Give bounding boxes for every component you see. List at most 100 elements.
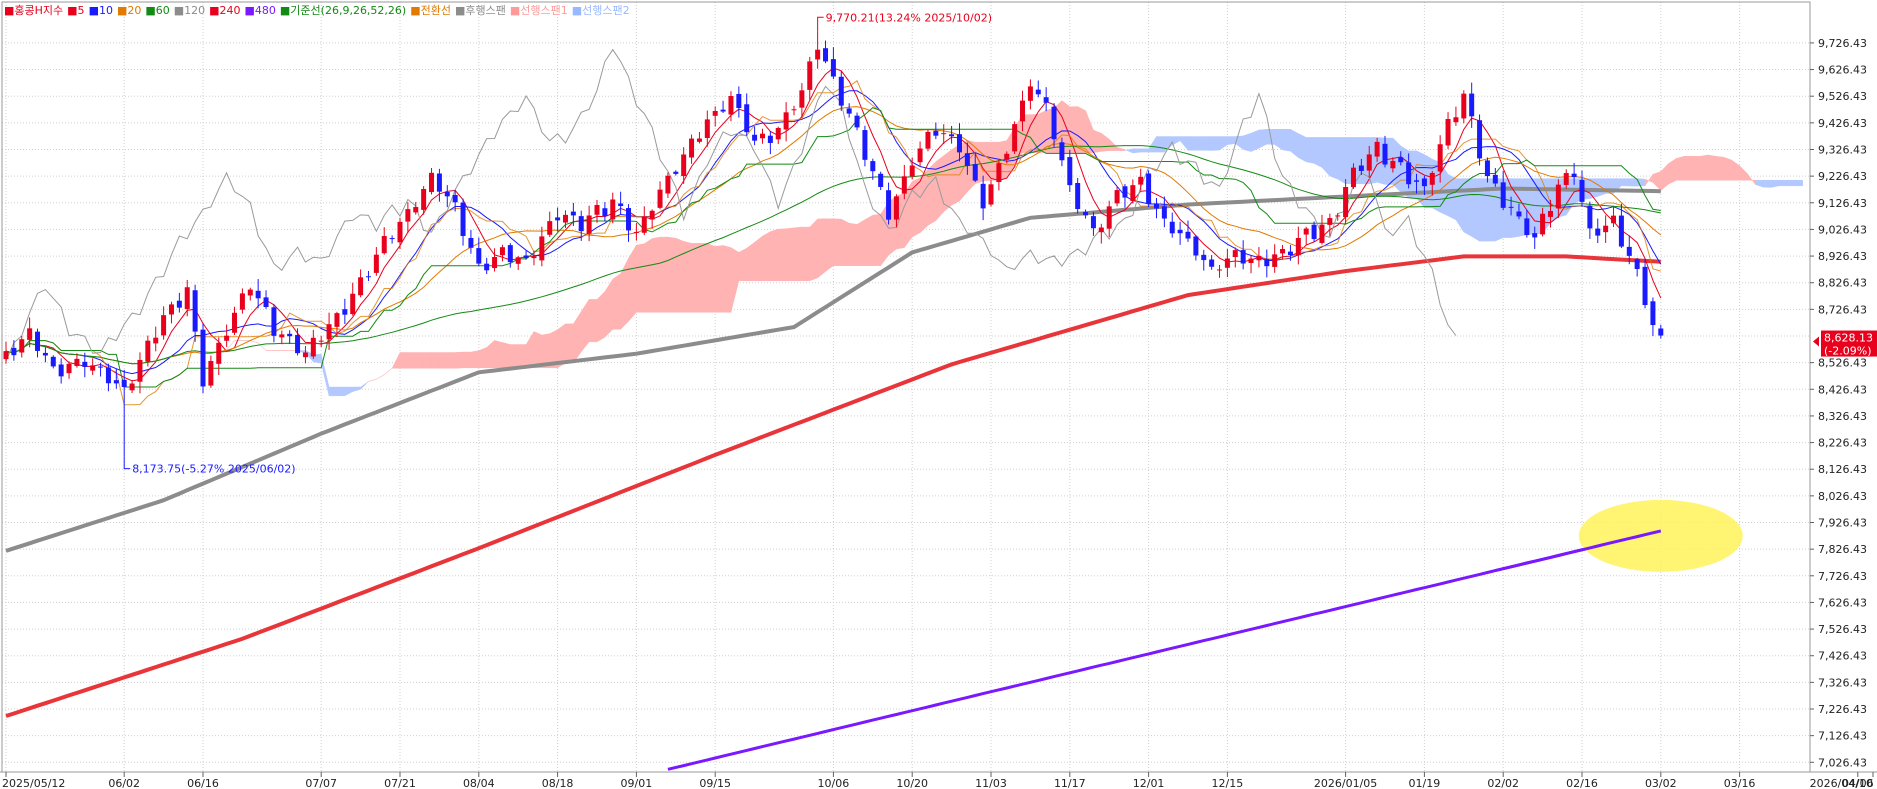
candle-body <box>1540 213 1546 235</box>
candle <box>1027 79 1033 110</box>
candle-body <box>1524 218 1530 236</box>
candle-body <box>492 257 498 269</box>
candle <box>1138 168 1144 191</box>
candle <box>295 328 301 356</box>
x-tick-label: 06/16 <box>187 777 219 789</box>
candle-body <box>956 134 962 153</box>
cloud-segment <box>478 347 487 369</box>
candle-body <box>964 153 970 166</box>
candle <box>74 353 80 368</box>
candle-body <box>925 131 931 149</box>
candle-body <box>184 287 190 309</box>
candle <box>1043 87 1049 112</box>
cloud-segment <box>454 351 464 369</box>
cloud-segment <box>1148 135 1157 153</box>
candle <box>775 126 781 145</box>
candle <box>933 122 939 140</box>
candle-body <box>1477 120 1483 159</box>
candle <box>996 158 1002 191</box>
cloud-segment <box>754 235 763 281</box>
candle-body <box>1398 157 1404 163</box>
candle-body <box>200 329 206 387</box>
candle-body <box>775 127 781 140</box>
candle <box>129 379 135 394</box>
legend-item[interactable]: ■10 <box>89 4 113 17</box>
cloud-segment <box>1676 155 1685 181</box>
cloud-segment <box>1660 162 1669 192</box>
cloud-segment <box>1684 156 1693 181</box>
candle-body <box>389 238 395 240</box>
cloud-segment <box>1250 129 1260 152</box>
legend-item[interactable]: ■480 <box>245 4 276 17</box>
cloud-segment <box>250 340 259 344</box>
candle-body <box>1264 259 1270 267</box>
candle <box>752 126 758 146</box>
candle <box>3 341 9 364</box>
candle <box>1114 186 1120 207</box>
legend-item[interactable]: ■20 <box>117 4 141 17</box>
cloud-segment <box>525 330 535 369</box>
legend-item[interactable]: ■전환선 <box>410 4 451 17</box>
cloud-segment <box>722 245 732 313</box>
cloud-segment <box>533 331 543 369</box>
candle <box>1461 90 1467 124</box>
candle-body <box>586 215 592 234</box>
candle <box>815 31 821 69</box>
x-axis: 2025/05/12 06/02 06/16 07/07 07/21 08/04 08/18… <box>2 772 1874 789</box>
cloud-segment <box>447 352 456 369</box>
candle <box>720 100 726 114</box>
candle-body <box>208 360 214 386</box>
candle <box>555 207 561 232</box>
candle <box>468 230 474 254</box>
candle-body <box>1020 100 1026 122</box>
candle-body <box>1571 173 1577 178</box>
candle-body <box>909 165 915 177</box>
candle <box>641 206 647 236</box>
candle-body <box>830 59 836 77</box>
cloud-segment <box>502 342 511 369</box>
cloud-segment <box>1140 148 1149 153</box>
legend-item[interactable]: ■선행스팬1 <box>510 4 568 17</box>
candle-body <box>704 119 710 139</box>
candle-body <box>145 340 151 362</box>
candle-body <box>1500 182 1506 208</box>
candle-body <box>137 359 143 382</box>
candle-body <box>421 188 427 210</box>
legend-item[interactable]: ■5 <box>67 4 84 17</box>
cloud-segment <box>1305 137 1315 164</box>
cloud-segment <box>328 386 338 397</box>
cloud-segment <box>1242 132 1252 152</box>
cloud-segment <box>1274 129 1283 151</box>
candle <box>200 322 206 394</box>
cloud-segment <box>982 141 992 182</box>
candle-body <box>1406 162 1412 185</box>
legend-item[interactable]: ■240 <box>209 4 240 17</box>
candle-body <box>326 324 332 340</box>
candle-body <box>1508 206 1514 208</box>
x-tick-label: 08/18 <box>542 777 574 789</box>
candle-body <box>121 379 127 387</box>
cloud-segment <box>943 149 952 213</box>
candle-body <box>1256 255 1262 261</box>
legend-item[interactable]: ■120 <box>174 4 205 17</box>
legend-item[interactable]: ■기준선(26,9,26,52,26) <box>280 4 406 17</box>
candle-body <box>1366 154 1372 171</box>
candle <box>279 330 285 345</box>
candle-body <box>74 358 80 366</box>
candle-body <box>452 194 458 203</box>
candle-body <box>1287 251 1293 256</box>
cloud-segment <box>1762 179 1772 188</box>
cloud-segment <box>1211 136 1220 151</box>
legend-item[interactable]: ■선행스팬2 <box>572 4 630 17</box>
x-tick-label: 10/06 <box>818 777 850 789</box>
legend-item[interactable]: ■후행스팬 <box>455 4 506 17</box>
candle <box>1642 258 1648 309</box>
legend-item[interactable]: ■60 <box>145 4 169 17</box>
candle <box>649 209 655 229</box>
cloud-segment <box>1203 136 1212 151</box>
candle-body <box>27 328 33 340</box>
candle <box>1603 215 1609 243</box>
candle-body <box>1650 301 1656 326</box>
legend-item[interactable]: ■홍콩H지수 <box>4 4 63 17</box>
candle <box>744 93 750 136</box>
